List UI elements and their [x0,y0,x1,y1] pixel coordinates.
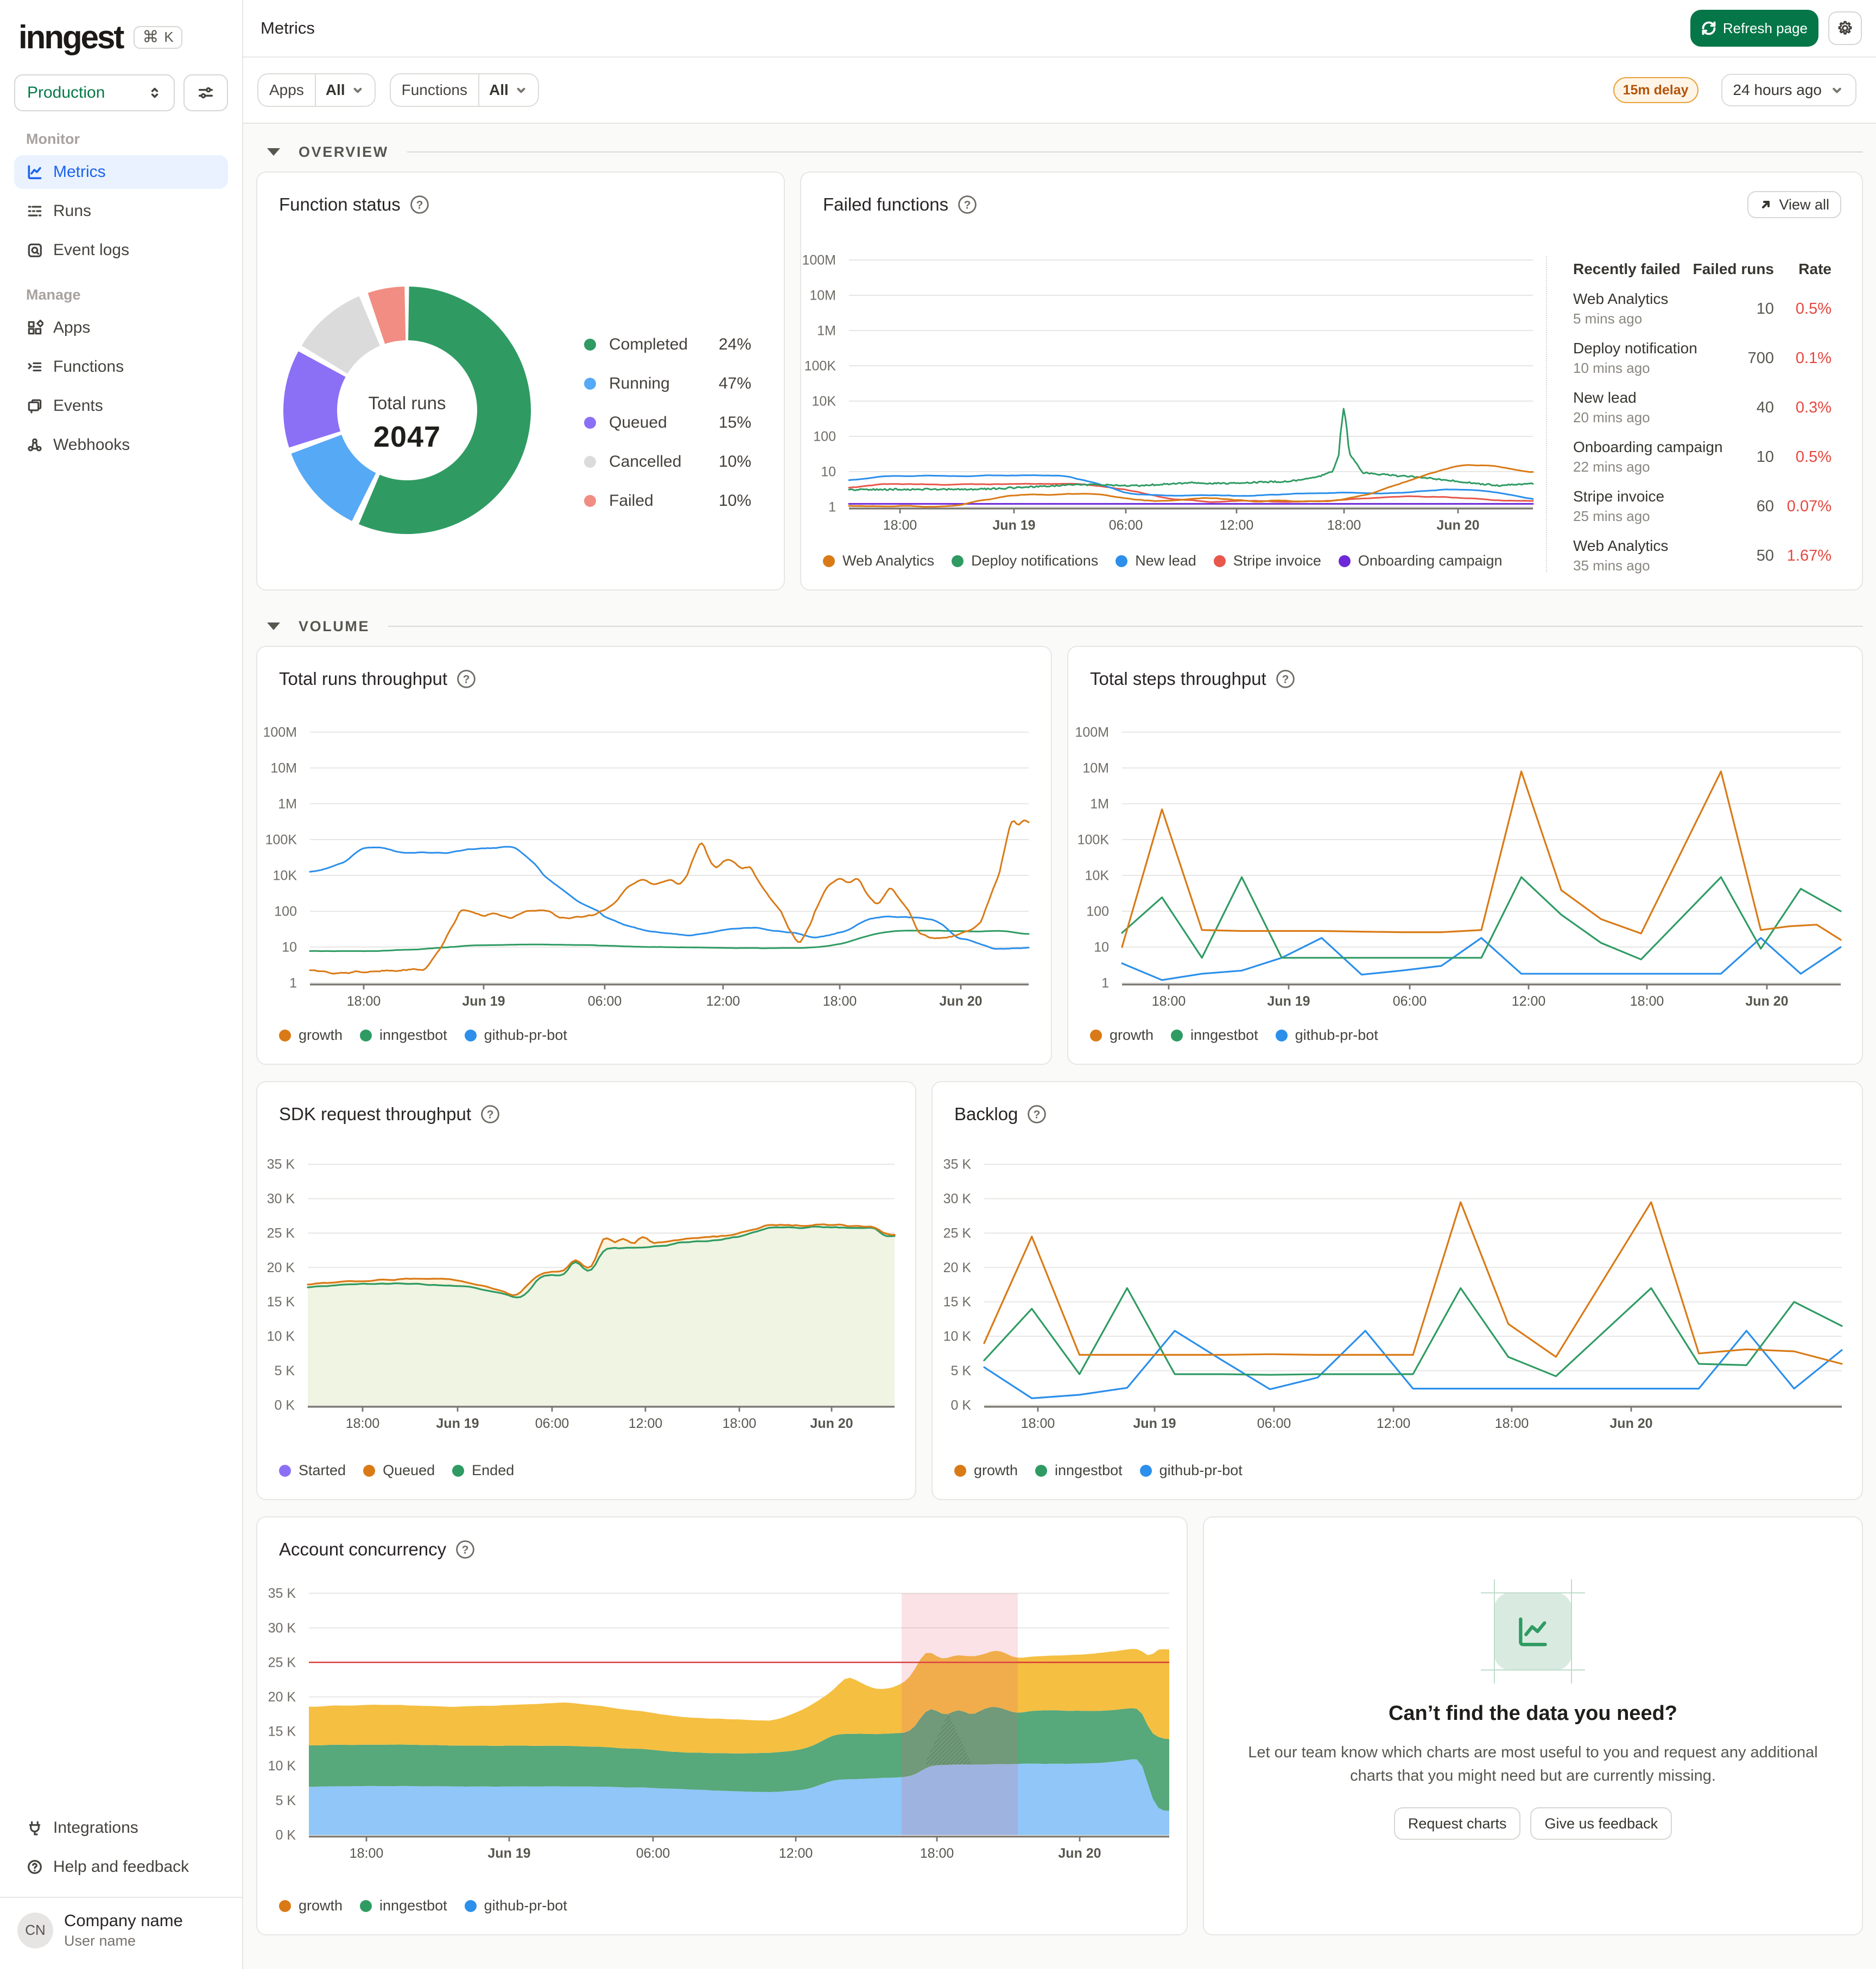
svg-text:12:00: 12:00 [629,1416,663,1431]
svg-text:10 K: 10 K [267,1329,295,1344]
svg-text:10 K: 10 K [268,1758,296,1774]
svg-text:Jun 19: Jun 19 [1133,1416,1176,1431]
svg-text:1M: 1M [1090,796,1109,811]
svg-text:18:00: 18:00 [350,1846,384,1861]
svg-text:100: 100 [813,429,836,444]
svg-text:Jun 20: Jun 20 [1745,994,1788,1009]
svg-text:5 K: 5 K [275,1793,296,1808]
svg-text:12:00: 12:00 [706,994,740,1009]
svg-text:35 K: 35 K [943,1157,972,1172]
svg-text:?: ? [416,199,423,212]
svg-text:30 K: 30 K [268,1621,296,1636]
svg-text:12:00: 12:00 [1512,994,1546,1009]
svg-text:25 K: 25 K [267,1225,295,1241]
svg-text:20 K: 20 K [268,1689,296,1705]
svg-text:Jun 19: Jun 19 [1267,994,1310,1009]
svg-text:10M: 10M [1082,760,1109,776]
svg-text:Jun 20: Jun 20 [1609,1416,1652,1431]
svg-text:10K: 10K [812,393,836,409]
svg-text:100M: 100M [802,252,836,268]
svg-text:15 K: 15 K [267,1294,295,1310]
svg-text:0 K: 0 K [274,1398,295,1413]
svg-text:Jun 19: Jun 19 [487,1846,530,1861]
svg-text:15 K: 15 K [268,1724,296,1739]
svg-text:30 K: 30 K [943,1191,972,1206]
svg-text:10: 10 [282,939,297,955]
svg-text:10M: 10M [270,760,297,776]
svg-text:100K: 100K [1078,832,1110,847]
svg-text:18:00: 18:00 [1327,518,1361,533]
svg-text:100M: 100M [263,725,297,740]
svg-text:Jun 19: Jun 19 [992,518,1035,533]
svg-text:20 K: 20 K [943,1260,972,1275]
svg-text:06:00: 06:00 [1257,1416,1291,1431]
svg-text:5 K: 5 K [274,1363,295,1379]
svg-text:06:00: 06:00 [535,1416,569,1431]
svg-text:12:00: 12:00 [1377,1416,1411,1431]
svg-text:25 K: 25 K [268,1655,296,1670]
svg-text:100K: 100K [265,832,297,847]
svg-text:0 K: 0 K [275,1827,296,1843]
svg-text:1M: 1M [817,323,836,338]
svg-text:18:00: 18:00 [722,1416,757,1431]
svg-text:5 K: 5 K [950,1363,971,1379]
svg-text:12:00: 12:00 [779,1846,813,1861]
svg-text:Jun 19: Jun 19 [436,1416,479,1431]
svg-text:100: 100 [274,904,297,919]
svg-text:06:00: 06:00 [1109,518,1143,533]
svg-text:100: 100 [1086,904,1109,919]
svg-text:06:00: 06:00 [1393,994,1427,1009]
svg-text:0 K: 0 K [950,1398,971,1413]
svg-text:Jun 20: Jun 20 [810,1416,853,1431]
svg-text:1: 1 [1101,975,1109,990]
svg-text:15 K: 15 K [943,1294,972,1310]
svg-text:10 K: 10 K [943,1329,972,1344]
svg-text:10: 10 [1094,939,1109,955]
svg-text:06:00: 06:00 [636,1846,670,1861]
svg-text:10K: 10K [1085,868,1110,883]
svg-text:100M: 100M [1075,725,1109,740]
svg-text:18:00: 18:00 [346,1416,380,1431]
svg-text:35 K: 35 K [268,1586,296,1601]
svg-text:18:00: 18:00 [823,994,857,1009]
svg-text:18:00: 18:00 [1152,994,1186,1009]
svg-text:35 K: 35 K [267,1157,295,1172]
svg-text:Jun 20: Jun 20 [1058,1846,1101,1861]
svg-text:10K: 10K [273,868,297,883]
svg-text:10M: 10M [809,288,836,303]
svg-text:1M: 1M [278,796,297,811]
svg-text:06:00: 06:00 [588,994,622,1009]
svg-text:1: 1 [828,499,836,515]
svg-text:18:00: 18:00 [1495,1416,1529,1431]
svg-text:18:00: 18:00 [883,518,917,533]
svg-text:25 K: 25 K [943,1225,972,1241]
svg-text:18:00: 18:00 [347,994,381,1009]
svg-text:10: 10 [821,464,836,479]
svg-text:Jun 20: Jun 20 [939,994,982,1009]
svg-text:18:00: 18:00 [1630,994,1664,1009]
svg-text:100K: 100K [804,358,836,373]
svg-text:20 K: 20 K [267,1260,295,1275]
svg-text:Jun 19: Jun 19 [462,994,505,1009]
svg-text:30 K: 30 K [267,1191,295,1206]
svg-text:18:00: 18:00 [1021,1416,1055,1431]
svg-text:12:00: 12:00 [1220,518,1254,533]
svg-text:Jun 20: Jun 20 [1436,518,1479,533]
svg-text:1: 1 [289,975,297,990]
svg-text:18:00: 18:00 [920,1846,954,1861]
